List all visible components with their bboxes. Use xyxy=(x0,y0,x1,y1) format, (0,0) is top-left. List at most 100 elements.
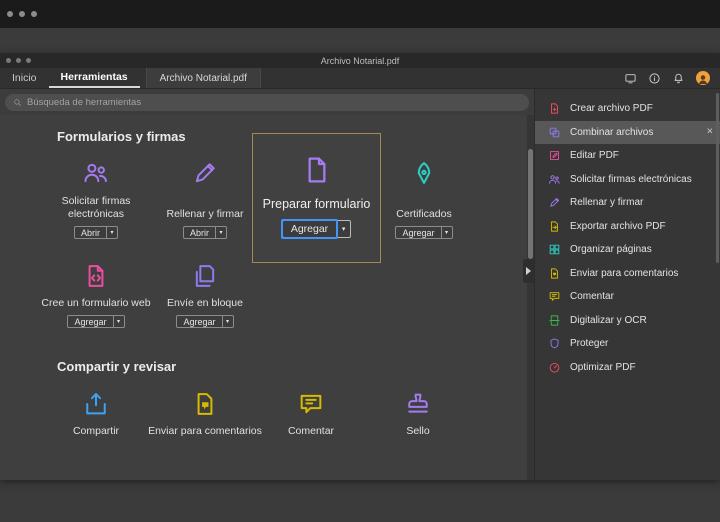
minimize-window-button[interactable] xyxy=(16,58,21,63)
sidebar-item-organizar-paginas[interactable]: Organizar páginas xyxy=(535,238,720,262)
tool-card-compartir[interactable]: Compartir xyxy=(44,390,148,438)
fill-sign-icon xyxy=(548,196,561,209)
agregar-button[interactable]: Agregar ▾ xyxy=(176,315,233,328)
search-row xyxy=(0,89,534,115)
sidebar-item-editar-pdf[interactable]: Editar PDF xyxy=(535,144,720,168)
dropdown-caret-icon[interactable]: ▾ xyxy=(336,221,350,237)
dropdown-caret-icon[interactable]: ▾ xyxy=(106,227,117,238)
edit-pdf-icon xyxy=(548,149,561,162)
panel-collapse-handle[interactable] xyxy=(523,259,534,283)
os-menubar xyxy=(0,0,720,28)
combine-files-icon xyxy=(548,126,561,139)
zoom-window-button[interactable] xyxy=(31,11,37,17)
web-form-icon xyxy=(82,262,110,290)
sidebar-item-label: Solicitar firmas electrónicas xyxy=(570,174,692,185)
button-label[interactable]: Abrir xyxy=(75,227,106,238)
dropdown-caret-icon[interactable]: ▾ xyxy=(441,227,452,238)
share-screen-icon[interactable] xyxy=(624,72,637,85)
sidebar-item-label: Proteger xyxy=(570,338,608,349)
zoom-window-button[interactable] xyxy=(26,58,31,63)
tab-herramientas[interactable]: Herramientas xyxy=(49,68,140,88)
send-for-comments-icon xyxy=(548,267,561,280)
protect-shield-icon xyxy=(548,337,561,350)
help-icon[interactable] xyxy=(648,72,661,85)
sidebar-item-exportar-pdf[interactable]: Exportar archivo PDF xyxy=(535,215,720,239)
button-label[interactable]: Agregar xyxy=(396,227,440,238)
tool-card-formulario-web[interactable]: Cree un formulario web Agregar ▾ xyxy=(34,262,158,328)
content-scrollbar[interactable] xyxy=(527,115,534,480)
sidebar-item-combinar-archivos[interactable]: Combinar archivos × xyxy=(535,121,720,145)
agregar-button-focused[interactable]: Agregar ▾ xyxy=(282,220,351,238)
sidebar-item-label: Organizar páginas xyxy=(570,244,652,255)
tab-inicio[interactable]: Inicio xyxy=(0,68,49,88)
dropdown-caret-icon[interactable]: ▾ xyxy=(222,316,233,327)
search-input[interactable] xyxy=(27,97,521,108)
tool-card-comentar[interactable]: Comentar xyxy=(259,390,363,438)
tool-card-label: Sello xyxy=(406,424,429,438)
scrollbar-thumb[interactable] xyxy=(528,149,533,259)
create-pdf-icon xyxy=(548,102,561,115)
sidebar-item-enviar-comentarios[interactable]: Enviar para comentarios xyxy=(535,262,720,286)
tool-card-label: Solicitar firmas electrónicas xyxy=(44,193,148,221)
tool-card-label: Preparar formulario xyxy=(263,197,371,211)
abrir-button[interactable]: Abrir ▾ xyxy=(74,226,118,239)
tool-card-rellenar-firmar[interactable]: Rellenar y firmar Abrir ▾ xyxy=(153,159,257,239)
dropdown-caret-icon[interactable]: ▾ xyxy=(113,316,124,327)
button-label[interactable]: Agregar xyxy=(283,221,336,237)
button-label[interactable]: Agregar xyxy=(68,316,112,327)
sidebar-item-solicitar-firmas[interactable]: Solicitar firmas electrónicas xyxy=(535,168,720,192)
sidebar-item-crear-archivo-pdf[interactable]: Crear archivo PDF xyxy=(535,97,720,121)
workspace: Formularios y firmas Solicitar firmas el… xyxy=(0,89,720,480)
dropdown-caret-icon[interactable]: ▾ xyxy=(215,227,226,238)
tool-card-envie-en-bloque[interactable]: Envíe en bloque Agregar ▾ xyxy=(145,262,265,328)
tool-card-sello[interactable]: Sello xyxy=(366,390,470,438)
sidebar-item-label: Optimizar PDF xyxy=(570,362,636,373)
tool-card-solicitar-firmas[interactable]: Solicitar firmas electrónicas Abrir ▾ xyxy=(44,159,148,239)
tool-card-label: Rellenar y firmar xyxy=(166,193,243,221)
search-icon xyxy=(13,98,22,107)
avatar[interactable] xyxy=(696,71,710,85)
window-title: Archivo Notarial.pdf xyxy=(321,56,400,66)
abrir-button[interactable]: Abrir ▾ xyxy=(183,226,227,239)
window-titlebar: Archivo Notarial.pdf xyxy=(0,53,720,68)
close-window-button[interactable] xyxy=(6,58,11,63)
export-pdf-icon xyxy=(548,220,561,233)
button-label[interactable]: Abrir xyxy=(184,227,215,238)
tool-card-certificados[interactable]: Certificados Agregar ▾ xyxy=(372,159,476,239)
sidebar-item-proteger[interactable]: Proteger xyxy=(535,332,720,356)
close-window-button[interactable] xyxy=(7,11,13,17)
tab-document[interactable]: Archivo Notarial.pdf xyxy=(146,68,261,88)
minimize-window-button[interactable] xyxy=(19,11,25,17)
tools-content: Formularios y firmas Solicitar firmas el… xyxy=(0,115,534,480)
close-icon[interactable]: × xyxy=(707,127,713,138)
comment-icon xyxy=(297,390,325,418)
app-window-controls[interactable] xyxy=(6,58,31,63)
request-signatures-icon xyxy=(82,159,110,187)
main-column: Formularios y firmas Solicitar firmas el… xyxy=(0,89,534,480)
fill-sign-icon xyxy=(191,159,219,187)
tool-card-label: Envíe en bloque xyxy=(167,296,243,310)
sidebar-item-rellenar-firmar[interactable]: Rellenar y firmar xyxy=(535,191,720,215)
tool-card-preparar-formulario[interactable]: Preparar formulario Agregar ▾ xyxy=(252,133,381,263)
section-title-formularios: Formularios y firmas xyxy=(57,129,186,144)
sidebar-item-digitalizar-ocr[interactable]: Digitalizar y OCR xyxy=(535,309,720,333)
request-signatures-icon xyxy=(548,173,561,186)
sidebar-item-label: Editar PDF xyxy=(570,150,619,161)
bell-icon[interactable] xyxy=(672,72,685,85)
agregar-button[interactable]: Agregar ▾ xyxy=(67,315,124,328)
tool-card-enviar-comentarios[interactable]: Enviar para comentarios xyxy=(143,390,267,438)
search-box[interactable] xyxy=(5,94,529,111)
sidebar-item-label: Digitalizar y OCR xyxy=(570,315,647,326)
sidebar-item-optimizar-pdf[interactable]: Optimizar PDF xyxy=(535,356,720,380)
agregar-button[interactable]: Agregar ▾ xyxy=(395,226,452,239)
tool-card-label: Comentar xyxy=(288,424,334,438)
sidebar-item-label: Combinar archivos xyxy=(570,127,653,138)
button-label[interactable]: Agregar xyxy=(177,316,221,327)
optimize-pdf-icon xyxy=(548,361,561,374)
tool-card-label: Compartir xyxy=(73,424,119,438)
window-controls[interactable] xyxy=(7,11,37,17)
sidebar-item-comentar[interactable]: Comentar xyxy=(535,285,720,309)
acrobat-window: Archivo Notarial.pdf Inicio Herramientas… xyxy=(0,53,720,480)
tool-card-label: Enviar para comentarios xyxy=(148,424,262,438)
sidebar-scrollbar-thumb[interactable] xyxy=(716,93,719,263)
